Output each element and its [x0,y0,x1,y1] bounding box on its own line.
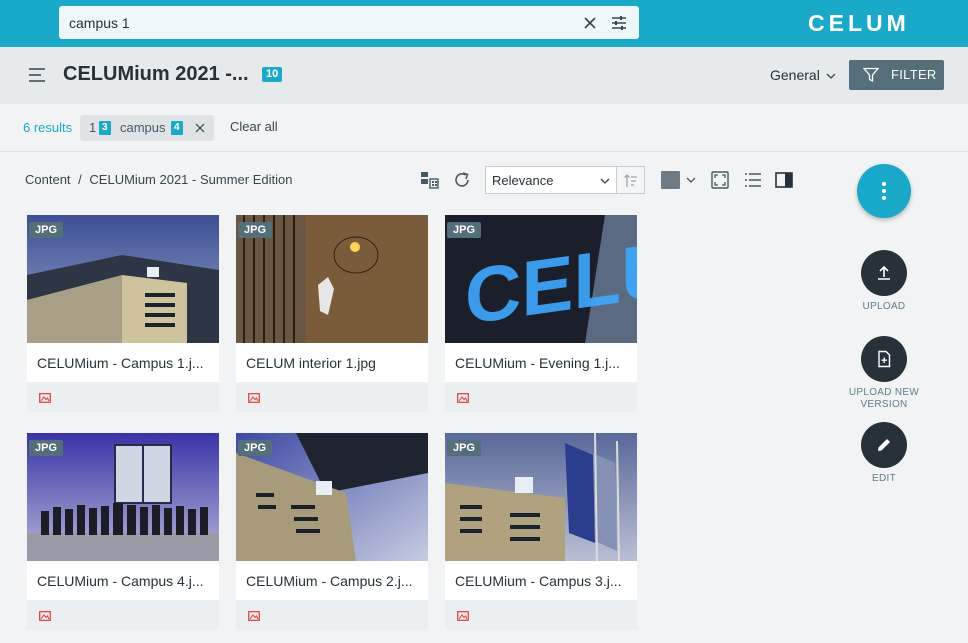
asset-card[interactable]: JPG CELUM interior 1.jpg [236,215,428,412]
list-view-icon[interactable] [743,170,763,190]
asset-name: CELUMium - Campus 3.j... [455,573,622,589]
image-file-icon [248,611,260,621]
asset-thumbnail[interactable]: JPG [236,433,428,561]
asset-card[interactable]: JPG CELUMium - Campus 2.j... [236,433,428,630]
asset-name: CELUM interior 1.jpg [246,355,376,371]
results-count: 6 results [23,120,73,135]
top-bar: CELUM [0,0,968,47]
collection-header: CELUMium 2021 -... 10 General FILTER [0,47,968,104]
svg-text:CELUM: CELUM [808,11,910,35]
breadcrumb-current: CELUMium 2021 - Summer Edition [89,172,293,187]
view-select[interactable]: General [770,67,836,83]
search-box[interactable] [59,6,639,39]
asset-card-footer [445,382,637,412]
view-select-value: General [770,67,820,83]
search-term-chip[interactable]: 1 3 campus 4 [80,115,214,141]
collection-structure-icon[interactable] [420,170,440,190]
file-type-badge: JPG [447,222,482,238]
asset-thumbnail[interactable]: JPG [27,433,219,561]
hamburger-menu-icon[interactable] [28,67,46,83]
asset-card-footer [27,600,219,630]
search-input[interactable] [69,6,569,39]
funnel-icon [863,67,879,83]
page-title: CELUMium 2021 -... [63,63,249,85]
image-file-icon [39,393,51,403]
chevron-down-icon [826,73,836,79]
asset-thumbnail[interactable]: CELUM JPG [445,215,637,343]
sort-direction-button[interactable] [617,166,645,194]
breadcrumb-root[interactable]: Content [25,172,71,187]
chip-prefix-count: 3 [99,121,111,135]
asset-card[interactable]: JPG CELUMium - Campus 3.j... [445,433,637,630]
asset-thumbnail[interactable]: JPG [445,433,637,561]
asset-name: CELUMium - Campus 2.j... [246,573,413,589]
asset-count-badge: 10 [262,67,283,82]
file-type-badge: JPG [29,222,64,238]
asset-card-footer [27,382,219,412]
asset-card-footer [445,600,637,630]
clear-search-icon[interactable] [581,14,599,32]
results-bar: 6 results 1 3 campus 4 Clear all [0,104,968,152]
file-type-badge: JPG [29,440,64,456]
edit-button[interactable] [861,422,907,468]
image-file-icon [248,393,260,403]
upload-icon [878,265,890,280]
image-file-icon [457,393,469,403]
file-add-icon [878,350,891,368]
image-file-icon [39,611,51,621]
asset-thumbnail[interactable]: JPG [27,215,219,343]
chevron-down-icon[interactable] [686,176,696,184]
filter-button-label: FILTER [891,67,937,82]
edit-label: EDIT [872,473,896,484]
celum-logo: CELUM [808,11,910,35]
breadcrumb-separator: / [78,172,82,187]
asset-name: CELUMium - Campus 1.j... [37,355,204,371]
file-type-badge: JPG [447,440,482,456]
search-options-icon[interactable] [610,14,628,32]
upload-button[interactable] [861,250,907,296]
chip-prefix: 1 [89,120,97,135]
side-panel-icon[interactable] [774,170,794,190]
refresh-icon[interactable] [452,170,472,190]
asset-name: CELUMium - Campus 4.j... [37,573,204,589]
breadcrumb: Content / CELUMium 2021 - Summer Edition [25,172,292,187]
image-file-icon [457,611,469,621]
asset-card[interactable]: CELUM JPG CELUMium - Evening 1.j... [445,215,637,412]
filter-button[interactable]: FILTER [849,60,944,90]
upload-new-version-label: UPLOAD NEW VERSION [848,387,920,410]
upload-new-version-button[interactable] [861,336,907,382]
chip-term-count: 4 [171,121,183,135]
asset-card[interactable]: JPG CELUMium - Campus 4.j... [27,433,219,630]
more-vertical-icon [882,182,886,200]
clear-all-link[interactable]: Clear all [230,119,278,134]
chevron-down-icon [600,178,610,184]
asset-name: CELUMium - Evening 1.j... [455,355,620,371]
sort-direction-icon [624,174,637,187]
pencil-icon [878,439,890,451]
remove-chip-icon[interactable] [195,123,205,133]
upload-label: UPLOAD [862,301,906,312]
asset-thumbnail[interactable]: JPG [236,215,428,343]
asset-card-footer [236,382,428,412]
sort-select-value: Relevance [492,173,554,188]
file-type-badge: JPG [238,440,273,456]
fit-to-tile-icon[interactable] [710,170,730,190]
more-actions-button[interactable] [857,164,911,218]
tile-size-swatch[interactable] [661,171,680,189]
chip-term: campus [120,120,166,135]
asset-card-footer [236,600,428,630]
file-type-badge: JPG [238,222,273,238]
asset-card[interactable]: JPG CELUMium - Campus 1.j... [27,215,219,412]
sort-select[interactable]: Relevance [485,166,617,194]
